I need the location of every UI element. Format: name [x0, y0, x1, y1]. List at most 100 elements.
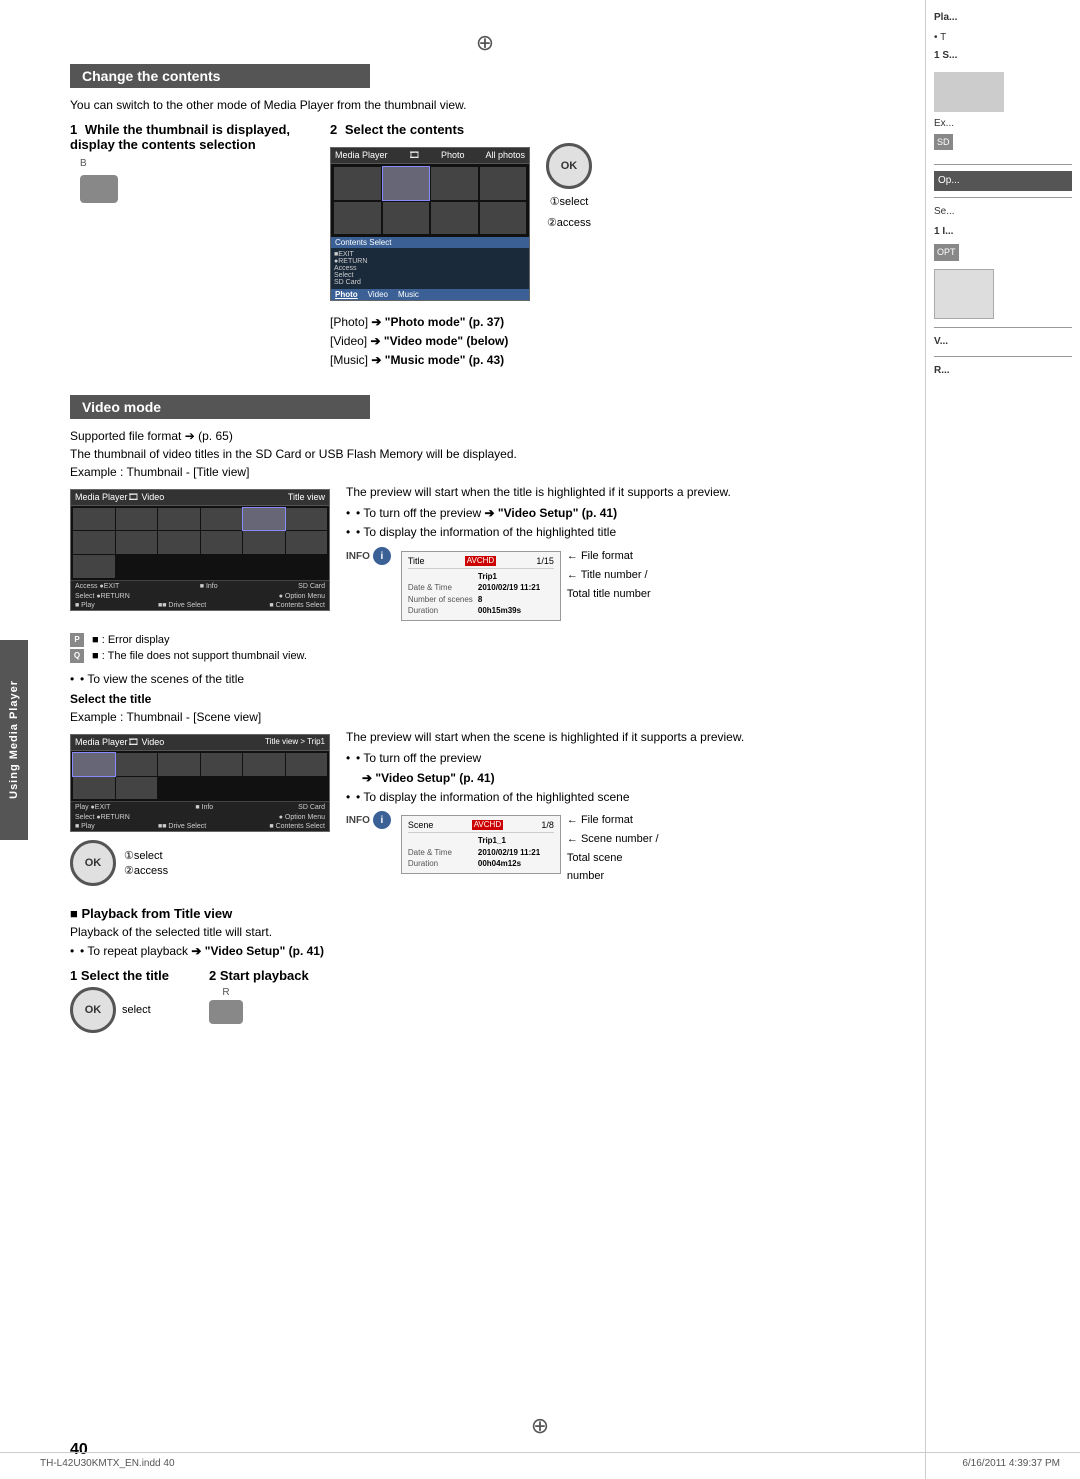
step2-btn-area: R: [209, 987, 243, 1027]
step1-select-label: 1 Select the title: [70, 968, 169, 983]
scene-ok-button[interactable]: [70, 840, 116, 886]
scene-info-label-row: INFO i: [346, 811, 395, 829]
title-screen-header: Media Player 🎞 Video Title view: [71, 490, 329, 506]
mode-results: [Photo] ➔ "Photo mode" (p. 37) [Video] ➔…: [330, 313, 900, 371]
change-contents-header: Change the contents: [70, 64, 370, 88]
step1-ok-button[interactable]: [70, 987, 116, 1033]
side-tab: Using Media Player: [0, 640, 28, 840]
scene-info-bullets: • To display the information of the high…: [346, 789, 900, 806]
title-view-screen: Media Player 🎞 Video Title view: [70, 489, 330, 611]
compass-bottom-icon-container: ⊕: [531, 1413, 549, 1439]
error-q-icon: Q: [70, 649, 84, 663]
scene-screen-area: Media Player 🎞 Video Title view > Trip1: [70, 730, 330, 893]
scene-view-container: Media Player 🎞 Video Title view > Trip1: [70, 730, 900, 893]
scene-grid: [71, 751, 329, 802]
scene-info-box-area: INFO i Scene AVCHD 1/8 Trip1_1: [346, 811, 900, 886]
scene-select-note1: ①select: [124, 849, 168, 862]
scene-footer2: Select ●RETURN ● Option Menu: [71, 813, 329, 822]
change-steps: 1 While the thumbnail is displayed, disp…: [70, 122, 900, 377]
scene-select-label: Select the title: [70, 692, 900, 706]
scene-select-note2: ②access: [124, 864, 168, 877]
scene-footer3: ■ Play ■■ Drive Select ■ Contents Select: [71, 822, 329, 831]
screen-header: Media Player 🎞 Photo All photos: [331, 148, 529, 164]
photo-cell: [431, 167, 478, 200]
info-circle-icon: i: [373, 547, 391, 565]
playback-bullets: • To repeat playback ➔ "Video Setup" (p.…: [70, 943, 900, 960]
r-button[interactable]: [209, 1000, 243, 1024]
right-small-screen2: [934, 269, 994, 319]
footer: TH-L42U30KMTX_EN.indd 40 6/16/2011 4:39:…: [0, 1452, 1080, 1469]
right-divider3: [934, 327, 1072, 328]
playback-section: ■ Playback from Title view Playback of t…: [70, 906, 900, 1033]
step1-btn-area: select: [70, 987, 151, 1033]
step2-start-label: 2 Start playback: [209, 968, 309, 983]
select-note-2: ②access: [547, 216, 591, 229]
right-panel: Pla... • T 1 S... Ex... SD Op... Se... 1…: [925, 0, 1080, 1479]
info-box-area: INFO i Title AVCHD 1/15 Trip1: [346, 547, 900, 625]
scene-footer1: Play ●EXIT ■ Info SD Card: [71, 801, 329, 813]
video-mode-section: Video mode Supported file format ➔ (p. 6…: [70, 395, 900, 1034]
error-rows: P ■ : Error display Q ■ : The file does …: [70, 633, 900, 663]
title-info-box: Title AVCHD 1/15 Trip1 Date & Time 2010/…: [401, 551, 561, 621]
right-divider1: [934, 164, 1072, 165]
scene-info-circle-icon: i: [373, 811, 391, 829]
change-step1: 1 While the thumbnail is displayed, disp…: [70, 122, 310, 210]
scene-bullets: • To view the scenes of the title: [70, 671, 900, 688]
photo-cell: [431, 202, 478, 235]
scene-ok-area: ①select ②access: [70, 840, 330, 886]
right-small-screen: [934, 72, 1004, 112]
compass-bottom-icon: ⊕: [531, 1413, 549, 1438]
error-p-icon: P: [70, 633, 84, 647]
ok-btn-area: ①select ②access: [546, 143, 592, 231]
contents-screen: Media Player 🎞 Photo All photos: [330, 147, 530, 301]
photo-cell: [334, 202, 381, 235]
error-row-q: Q ■ : The file does not support thumbnai…: [70, 649, 900, 663]
change-step2: 2 Select the contents Media Player 🎞 Pho…: [330, 122, 900, 377]
compass-top-icon: ⊕: [476, 30, 494, 55]
title-footer: Access ●EXIT ■ Info SD Card: [71, 580, 329, 592]
thumbnail-desc: The thumbnail of video titles in the SD …: [70, 447, 900, 461]
contents-nav-bar: Photo Video Music: [331, 289, 529, 300]
scene-info-box: Scene AVCHD 1/8 Trip1_1 Date & Time 2010…: [401, 815, 561, 874]
step1-btn: B: [80, 158, 310, 210]
playback-step2: 2 Start playback R: [209, 968, 309, 1027]
title-footer3: ■ Play ■■ Drive Select ■ Contents Select: [71, 601, 329, 610]
preview-info-area: The preview will start when the title is…: [346, 485, 900, 625]
right-divider2: [934, 197, 1072, 198]
right-panel-content: Pla... • T 1 S... Ex... SD Op... Se... 1…: [934, 10, 1072, 379]
example-label: Example : Thumbnail - [Title view]: [70, 465, 900, 479]
title-footer2: Select ●RETURN ● Option Menu: [71, 592, 329, 601]
scene-preview-link: ➔ "Video Setup" (p. 41): [362, 771, 900, 785]
photo-grid: [331, 164, 529, 237]
step1-label: 1 While the thumbnail is displayed, disp…: [70, 122, 310, 152]
scene-screen-header: Media Player 🎞 Video Title view > Trip1: [71, 735, 329, 751]
title-screen-area: Media Player 🎞 Video Title view: [70, 485, 330, 615]
scene-info-annotations: ← File format ← Scene number / Total sce…: [567, 811, 659, 886]
info-annotations: ← File format ← Title number / Total tit…: [567, 547, 651, 603]
video-mode-header: Video mode: [70, 395, 370, 419]
scene-view-screen: Media Player 🎞 Video Title view > Trip1: [70, 734, 330, 833]
playback-desc: Playback of the selected title will star…: [70, 925, 900, 939]
ok-button[interactable]: [546, 143, 592, 189]
side-tab-label: Using Media Player: [8, 680, 20, 799]
preview-bullets: • To turn off the preview ➔ "Video Setup…: [346, 505, 900, 542]
change-contents-section: Change the contents You can switch to th…: [70, 64, 900, 377]
info-label-row: INFO i: [346, 547, 395, 565]
step2-label: 2 Select the contents: [330, 122, 900, 137]
change-intro: You can switch to the other mode of Medi…: [70, 98, 900, 112]
scene-preview-bullets: • To turn off the preview: [346, 750, 900, 767]
scene-preview-intro: The preview will start when the scene is…: [346, 730, 900, 744]
photo-cell: [383, 202, 430, 235]
photo-cell: [480, 202, 527, 235]
contents-select-bar: Contents Select: [331, 237, 529, 248]
left-controls: ■EXIT ●RETURN Access Select SD Card: [331, 248, 529, 289]
scene-example-label: Example : Thumbnail - [Scene view]: [70, 710, 900, 724]
playback-title: ■ Playback from Title view: [70, 906, 900, 921]
right-divider4: [934, 356, 1072, 357]
footer-left: TH-L42U30KMTX_EN.indd 40: [40, 1458, 175, 1469]
preview-intro: The preview will start when the title is…: [346, 485, 900, 499]
photo-cell: [334, 167, 381, 200]
select-note-1: ①select: [550, 195, 589, 208]
title-grid: [71, 506, 329, 580]
b-button[interactable]: [80, 175, 118, 203]
